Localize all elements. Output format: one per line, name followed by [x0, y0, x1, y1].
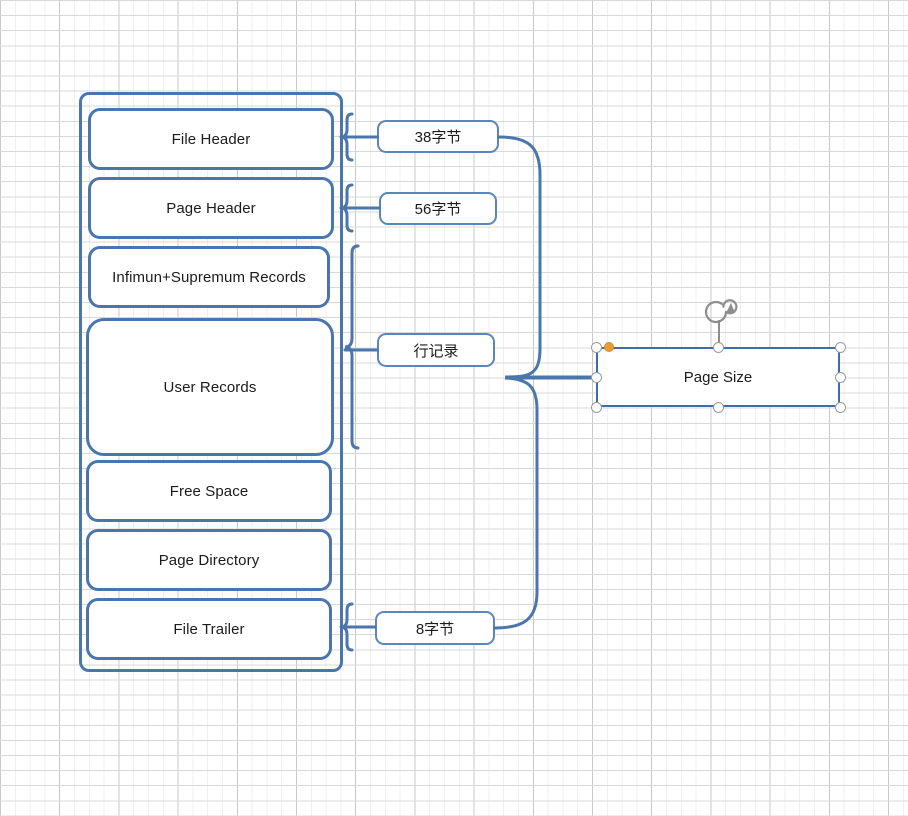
section-box-free-space[interactable]: Free Space [86, 460, 332, 522]
section-box-user-records[interactable]: User Records [86, 318, 334, 456]
annotation-label: 8字节 [415, 620, 455, 638]
adjust-handle-top-left[interactable] [604, 342, 614, 352]
annotation-box-38-bytes[interactable]: 38字节 [377, 120, 499, 153]
rotate-icon[interactable] [704, 299, 738, 324]
annotation-box-row-records[interactable]: 行记录 [377, 333, 495, 367]
annotation-box-8-bytes[interactable]: 8字节 [375, 611, 495, 645]
resize-handle-top-left[interactable] [590, 341, 602, 353]
resize-handle-middle-left[interactable] [590, 371, 602, 383]
resize-handle-bottom-left[interactable] [590, 401, 602, 413]
annotation-label: 56字节 [414, 201, 462, 218]
section-box-infimum-supremum-records[interactable]: Infimun+Supremum Records [88, 246, 330, 308]
resize-handle-top-center[interactable] [712, 341, 724, 353]
section-label: Page Directory [158, 551, 260, 569]
section-label: File Header [171, 130, 251, 148]
brace-row-records [344, 244, 360, 450]
section-label: Infimun+Supremum Records [112, 268, 306, 286]
resize-handle-top-right[interactable] [834, 341, 846, 353]
section-label: Page Header [166, 199, 256, 217]
section-box-file-trailer[interactable]: File Trailer [86, 598, 332, 660]
annotation-label: 38字节 [414, 129, 462, 146]
section-box-page-header[interactable]: Page Header [88, 177, 334, 239]
annotation-label: 行记录 [413, 342, 459, 360]
resize-handle-middle-right[interactable] [834, 371, 846, 383]
section-box-page-directory[interactable]: Page Directory [86, 529, 332, 591]
connector-8-bytes-to-page-size [493, 376, 594, 630]
section-label: Free Space [169, 482, 249, 500]
section-label: User Records [163, 378, 257, 396]
page-size-label: Page Size [683, 368, 753, 386]
resize-handle-bottom-right[interactable] [834, 401, 846, 413]
diagram-canvas: File Header Page Header Infimun+Supremum… [0, 0, 908, 816]
section-label: File Trailer [173, 620, 245, 638]
connector-38-bytes-to-page-size [497, 135, 594, 379]
section-box-file-header[interactable]: File Header [88, 108, 334, 170]
resize-handle-bottom-center[interactable] [712, 401, 724, 413]
annotation-box-56-bytes[interactable]: 56字节 [379, 192, 497, 225]
page-size-shape[interactable]: Page Size [596, 347, 840, 407]
